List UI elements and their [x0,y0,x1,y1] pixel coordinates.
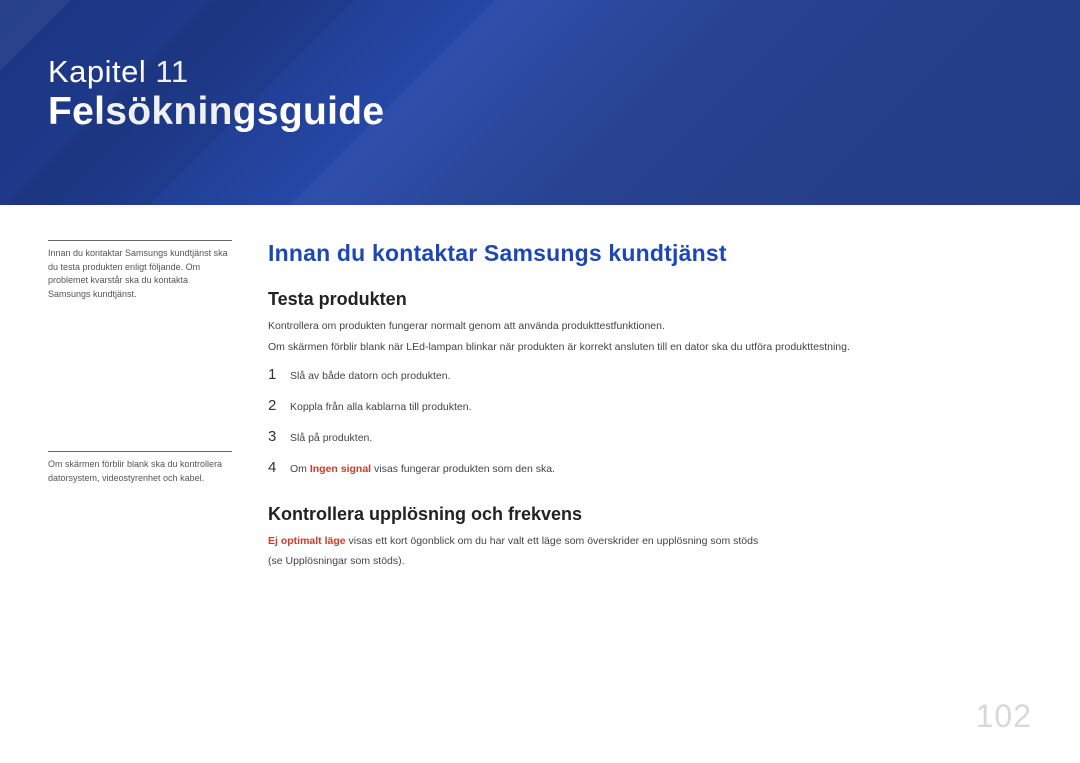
step4-bold: Ingen signal [310,463,371,475]
step-list: 1 Slå av både datorn och produkten. 2 Ko… [268,366,1032,476]
step-number: 3 [268,428,290,445]
chapter-kicker: Kapitel 11 [48,55,1032,89]
step-item: 1 Slå av både datorn och produkten. [268,366,1032,383]
step-number: 4 [268,459,290,476]
step-text: Om Ingen signal visas fungerar produkten… [290,463,555,475]
para-res-1-rest: visas ett kort ögonblick om du har valt … [346,535,759,547]
step-item: 2 Koppla från alla kablarna till produkt… [268,397,1032,414]
section-check-resolution: Kontrollera upplösning och frekvens Ej o… [268,504,1032,571]
chapter-title: Felsökningsguide [48,89,1032,136]
para-test-2: Om skärmen förblir blank när LEd-lampan … [268,339,1032,356]
page-number: 102 [976,698,1032,735]
para-res-2: (se Upplösningar som stöds). [268,553,1032,570]
sub-heading-test: Testa produkten [268,289,1032,310]
step4-post: visas fungerar produkten som den ska. [371,463,555,475]
step-text: Slå på produkten. [290,432,372,444]
content-area: Innan du kontaktar Samsungs kundtjänst s… [0,205,1080,574]
sidebar: Innan du kontaktar Samsungs kundtjänst s… [48,240,248,574]
section-heading: Innan du kontaktar Samsungs kundtjänst [268,240,1032,267]
step4-pre: Om [290,463,310,475]
sidebar-note-1: Innan du kontaktar Samsungs kundtjänst s… [48,240,232,301]
sidebar-note-2: Om skärmen förblir blank ska du kontroll… [48,451,232,485]
section-test-product: Testa produkten Kontrollera om produkten… [268,289,1032,476]
step-text: Slå av både datorn och produkten. [290,370,451,382]
para-res-1-bold: Ej optimalt läge [268,535,346,547]
step-item: 4 Om Ingen signal visas fungerar produkt… [268,459,1032,476]
step-number: 1 [268,366,290,383]
para-test-1: Kontrollera om produkten fungerar normal… [268,318,1032,335]
sub-heading-resolution: Kontrollera upplösning och frekvens [268,504,1032,525]
chapter-header: Kapitel 11 Felsökningsguide [0,0,1080,205]
step-text: Koppla från alla kablarna till produkten… [290,401,472,413]
step-number: 2 [268,397,290,414]
step-item: 3 Slå på produkten. [268,428,1032,445]
main-column: Innan du kontaktar Samsungs kundtjänst T… [248,240,1032,574]
para-res-1: Ej optimalt läge visas ett kort ögonblic… [268,533,1032,550]
